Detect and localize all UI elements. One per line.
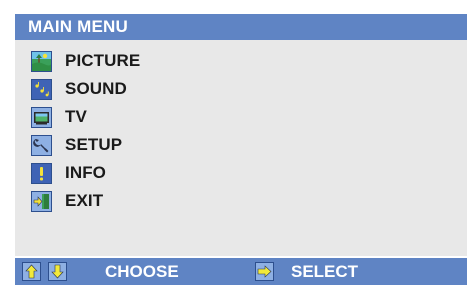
menu-item-picture-label: PICTURE [65,51,141,70]
menu-panel: PICTURE SOUND TV SETUP INFO EXIT [15,40,467,256]
osd-main-menu: MAIN MENU PICTURE SOUND TV SETUP INFO EX… [0,0,470,288]
menu-item-setup[interactable]: SETUP [31,134,122,156]
footer-bar: CHOOSE SELECT [15,258,467,285]
menu-title: MAIN MENU [28,17,129,36]
info-icon [31,162,52,184]
tv-icon [31,106,52,128]
arrow-down-icon[interactable] [48,262,67,281]
arrow-right-icon[interactable] [255,262,274,281]
menu-item-picture[interactable]: PICTURE [31,50,140,72]
footer-select-label: SELECT [291,262,359,281]
menu-item-tv[interactable]: TV [31,106,87,128]
menu-item-tv-label: TV [65,107,87,126]
menu-item-info[interactable]: INFO [31,162,106,184]
footer-choose-label: CHOOSE [105,262,179,281]
picture-icon [31,50,52,72]
menu-item-sound-label: SOUND [65,79,127,98]
menu-item-info-label: INFO [65,163,107,182]
menu-item-exit[interactable]: EXIT [31,190,103,212]
menu-item-exit-label: EXIT [65,191,104,210]
menu-item-sound[interactable]: SOUND [31,78,127,100]
arrow-up-icon[interactable] [22,262,41,281]
menu-title-bar: MAIN MENU [15,14,467,40]
exit-icon [31,190,52,212]
menu-item-setup-label: SETUP [65,135,123,154]
sound-icon [31,78,52,100]
setup-icon [31,134,52,156]
